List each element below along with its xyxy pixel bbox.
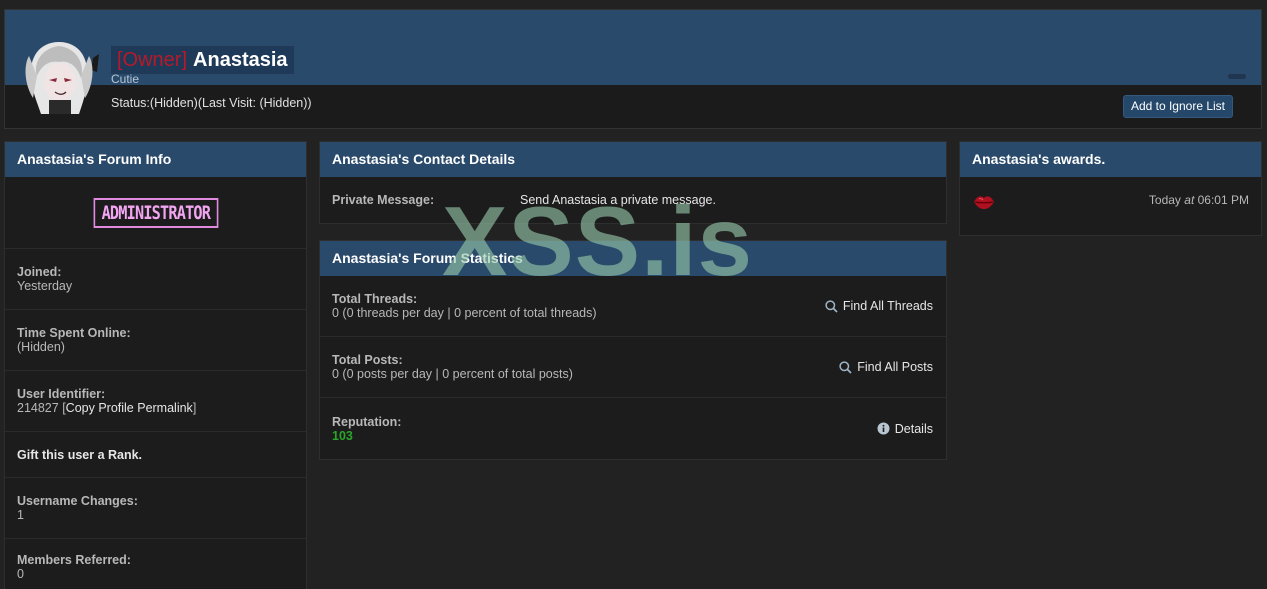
- username-changes-row: Username Changes: 1: [5, 478, 306, 539]
- send-pm-link[interactable]: Send Anastasia a private message.: [520, 193, 716, 207]
- contact-panel: Anastasia's Contact Details Private Mess…: [319, 141, 947, 224]
- owner-tag: [Owner]: [117, 48, 188, 71]
- uid-label: User Identifier:: [17, 387, 106, 401]
- award-timestamp: Today at 06:01 PM: [1149, 193, 1249, 207]
- gift-rank-row: Gift this user a Rank.: [5, 432, 306, 478]
- status-line: Status:(Hidden)(Last Visit: (Hidden)): [111, 96, 312, 110]
- username-changes-value: 1: [17, 508, 24, 522]
- reputation-details-link[interactable]: Details: [877, 422, 933, 436]
- details-label: Details: [894, 421, 933, 436]
- pm-label: Private Message:: [332, 193, 435, 207]
- threads-row: Total Threads: 0 (0 threads per day | 0 …: [320, 276, 946, 337]
- username: Anastasia: [193, 48, 288, 71]
- forum-info-panel: Anastasia's Forum Info ADMINISTRATOR Joi…: [4, 141, 307, 589]
- reputation-row: Reputation: 103 Details: [320, 398, 946, 459]
- search-icon: [825, 299, 838, 313]
- private-message-row: Private Message: Send Anastasia a privat…: [320, 177, 946, 223]
- rank-row: ADMINISTRATOR: [5, 177, 306, 249]
- add-to-ignore-button[interactable]: Add to Ignore List: [1122, 95, 1233, 118]
- joined-row: Joined: Yesterday: [5, 249, 306, 310]
- lips-award-icon[interactable]: [973, 194, 995, 210]
- info-icon: [877, 422, 890, 435]
- find-posts-label: Find All Posts: [857, 360, 933, 374]
- uid-row: User Identifier: 214827 [Copy Profile Pe…: [5, 371, 306, 432]
- uid-value: 214827: [17, 401, 59, 415]
- time-online-row: Time Spent Online: (Hidden): [5, 310, 306, 371]
- award-time-at: at: [1184, 193, 1195, 207]
- forum-info-title: Anastasia's Forum Info: [5, 142, 306, 177]
- find-posts-link[interactable]: Find All Posts: [839, 360, 933, 374]
- awards-panel: Anastasia's awards. Today at 06:01 PM: [959, 141, 1262, 236]
- rank-badge: ADMINISTRATOR: [93, 197, 218, 228]
- reputation-value: 103: [332, 428, 353, 443]
- profile-header: [Owner] Anastasia Cutie Status:(Hidden)(…: [4, 9, 1262, 129]
- awards-title: Anastasia's awards.: [960, 142, 1261, 177]
- username-display: [Owner] Anastasia: [111, 46, 294, 74]
- joined-value: Yesterday: [17, 279, 73, 293]
- username-changes-label: Username Changes:: [17, 494, 138, 508]
- find-threads-label: Find All Threads: [842, 299, 933, 313]
- user-avatar[interactable]: [19, 36, 99, 116]
- members-referred-value: 0: [17, 567, 24, 581]
- find-threads-link[interactable]: Find All Threads: [825, 299, 933, 313]
- award-row: Today at 06:01 PM: [960, 177, 1261, 235]
- stats-panel: Anastasia's Forum Statistics Total Threa…: [319, 240, 947, 460]
- members-referred-label: Members Referred:: [17, 553, 131, 567]
- time-online-value: (Hidden): [17, 340, 65, 354]
- copy-permalink-link[interactable]: Copy Profile Permalink: [66, 401, 193, 415]
- award-time-value: 06:01 PM: [1197, 193, 1249, 207]
- search-icon: [839, 360, 852, 374]
- contact-title: Anastasia's Contact Details: [320, 142, 946, 177]
- reputation-label: Reputation:: [332, 414, 402, 429]
- joined-label: Joined:: [17, 265, 62, 279]
- award-time-prefix: Today: [1148, 193, 1181, 207]
- uid-value-line: 214827 [Copy Profile Permalink]: [17, 401, 197, 415]
- time-online-label: Time Spent Online:: [17, 326, 131, 340]
- gift-rank-link[interactable]: Gift this user a Rank.: [17, 448, 294, 462]
- banner-handle[interactable]: [1228, 74, 1246, 79]
- members-referred-row: Members Referred: 0: [5, 539, 306, 589]
- stats-title: Anastasia's Forum Statistics: [320, 241, 946, 276]
- user-title: Cutie: [111, 72, 140, 86]
- posts-row: Total Posts: 0 (0 posts per day | 0 perc…: [320, 337, 946, 398]
